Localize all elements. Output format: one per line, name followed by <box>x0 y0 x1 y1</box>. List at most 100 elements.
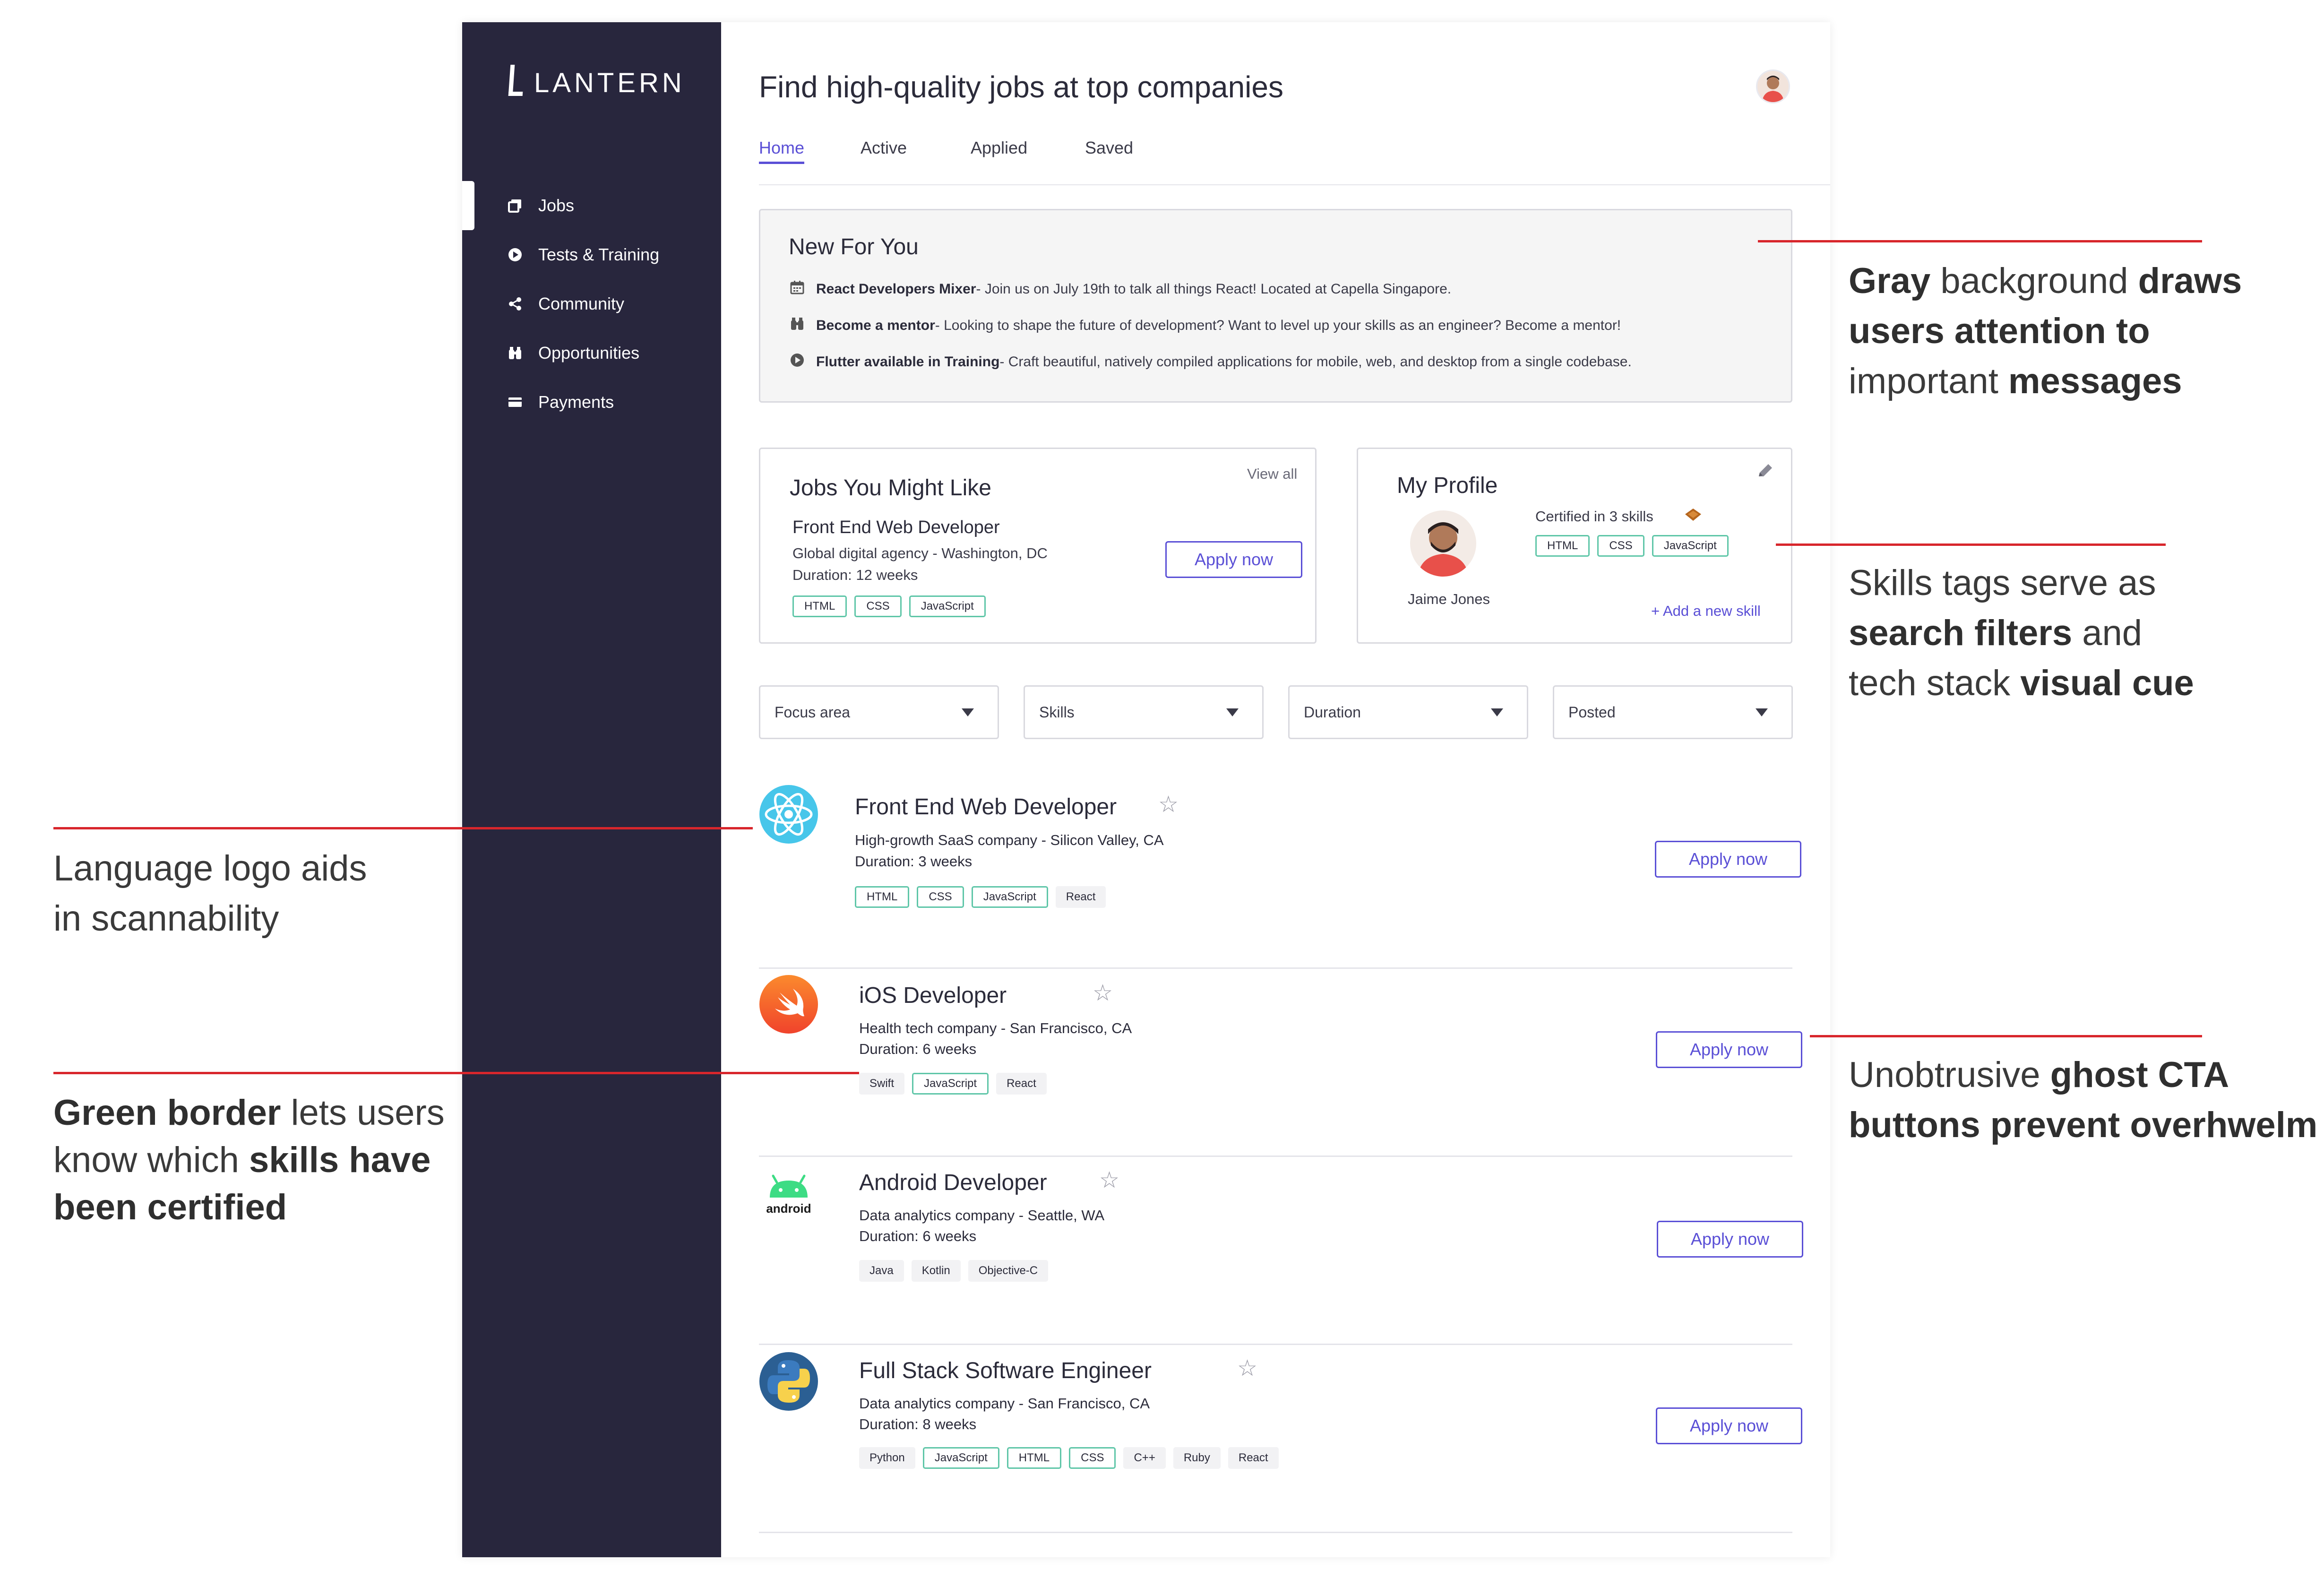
tab-active[interactable]: Active <box>861 138 907 162</box>
skill-tag[interactable]: Ruby <box>1173 1447 1221 1469</box>
skill-tag[interactable]: HTML <box>1535 535 1590 557</box>
news-item[interactable]: React Developers Mixer - Join us on July… <box>789 280 1451 298</box>
skill-tag[interactable]: CSS <box>1069 1447 1116 1469</box>
job-title[interactable]: Full Stack Software Engineer <box>859 1358 1152 1384</box>
jobs-you-might-like-card: Jobs You Might Like View all Front End W… <box>759 448 1317 644</box>
job-duration: Duration: 3 weeks <box>855 853 973 870</box>
skill-tag[interactable]: Java <box>859 1260 904 1282</box>
news-item-text: - Looking to shape the future of develop… <box>935 318 1621 333</box>
skill-tag[interactable]: C++ <box>1123 1447 1166 1469</box>
skill-tag[interactable]: HTML <box>1007 1447 1062 1469</box>
sidebar-nav: Jobs Tests & Training Community Opportun… <box>462 181 721 427</box>
annotation-line <box>1758 240 2202 242</box>
apply-now-button[interactable]: Apply now <box>1656 1031 1802 1068</box>
skill-tag[interactable]: React <box>996 1073 1047 1095</box>
job-list-item[interactable]: Full Stack Software Engineer ☆ Data anal… <box>759 1345 1802 1533</box>
duration-dropdown[interactable]: Duration <box>1288 685 1528 739</box>
apply-now-button[interactable]: Apply now <box>1656 1407 1802 1444</box>
skill-tag[interactable]: JavaScript <box>912 1073 989 1095</box>
annotation-text: tech stack <box>1849 663 2021 703</box>
skill-tag[interactable]: HTML <box>855 886 910 908</box>
annotation-text: know which <box>53 1140 249 1180</box>
chevron-down-icon <box>1491 708 1503 716</box>
annotation-line <box>53 1072 859 1074</box>
dropdown-label: Posted <box>1568 703 1616 721</box>
sidebar-item-tests-training[interactable]: Tests & Training <box>462 230 721 279</box>
skill-tag[interactable]: HTML <box>792 595 847 617</box>
job-company: Data analytics company - San Francisco, … <box>859 1395 1150 1412</box>
job-list-item[interactable]: Front End Web Developer ☆ High-growth Sa… <box>759 780 1801 969</box>
card-icon <box>507 394 523 410</box>
new-for-you-panel: New For You React Developers Mixer - Joi… <box>759 209 1792 403</box>
dropdown-label: Duration <box>1304 703 1361 721</box>
logo[interactable]: LANTERN <box>508 65 685 97</box>
edit-pencil-icon[interactable] <box>1756 462 1774 483</box>
apply-now-button[interactable]: Apply now <box>1655 841 1801 878</box>
star-icon[interactable]: ☆ <box>1237 1355 1257 1381</box>
news-item[interactable]: Flutter available in Training - Craft be… <box>789 353 1632 371</box>
profile-avatar[interactable] <box>1410 510 1476 577</box>
apply-now-button[interactable]: Apply now <box>1165 541 1302 578</box>
sidebar-item-label: Community <box>538 294 625 313</box>
job-title[interactable]: Front End Web Developer <box>855 794 1117 820</box>
job-title[interactable]: Android Developer <box>859 1170 1047 1196</box>
annotation-line <box>53 827 753 829</box>
job-list-item[interactable]: iOS Developer ☆ Health tech company - Sa… <box>759 969 1802 1157</box>
news-item-text: - Join us on July 19th to talk all thing… <box>976 281 1452 297</box>
sidebar-item-opportunities[interactable]: Opportunities <box>462 328 721 378</box>
add-skill-link[interactable]: + Add a new skill <box>1651 603 1761 620</box>
news-item-text: - Craft beautiful, natively compiled app… <box>999 354 1632 370</box>
skill-tag[interactable]: React <box>1055 886 1106 908</box>
avatar[interactable] <box>1756 69 1790 104</box>
skill-tag[interactable]: Python <box>859 1447 915 1469</box>
tab-home[interactable]: Home <box>759 138 805 164</box>
dropdown-label: Skills <box>1039 703 1075 721</box>
skill-tag[interactable]: Kotlin <box>911 1260 961 1282</box>
news-item-title: Become a mentor <box>816 318 935 333</box>
sidebar-item-jobs[interactable]: Jobs <box>462 181 721 230</box>
star-icon[interactable]: ☆ <box>1093 980 1113 1006</box>
job-duration: Duration: 6 weeks <box>859 1041 977 1057</box>
annotation-text: Language logo aids <box>53 848 367 888</box>
python-logo-icon <box>759 1352 818 1411</box>
skill-tags: Java Kotlin Objective-C <box>859 1260 1049 1282</box>
skill-tag[interactable]: CSS <box>1597 535 1644 557</box>
skill-tag[interactable]: Objective-C <box>968 1260 1049 1282</box>
skill-tag[interactable]: JavaScript <box>1652 535 1729 557</box>
skill-tag[interactable]: Swift <box>859 1073 905 1095</box>
chevron-down-icon <box>1756 708 1768 716</box>
annotation-text: ghost CTA <box>2050 1055 2229 1095</box>
job-list-item[interactable]: android Android Developer ☆ Data analyti… <box>759 1157 1803 1345</box>
sidebar-item-payments[interactable]: Payments <box>462 378 721 427</box>
annotation-text: been certified <box>53 1187 287 1227</box>
profile-name: Jaime Jones <box>1408 591 1490 607</box>
news-item[interactable]: Become a mentor - Looking to shape the f… <box>789 317 1621 335</box>
chevron-down-icon <box>962 708 974 716</box>
main-content: Find high-quality jobs at top companies … <box>721 22 1830 1557</box>
job-company: Health tech company - San Francisco, CA <box>859 1020 1132 1036</box>
tab-applied[interactable]: Applied <box>971 138 1027 162</box>
posted-dropdown[interactable]: Posted <box>1553 685 1793 739</box>
skill-tag[interactable]: JavaScript <box>909 595 986 617</box>
skill-tags: HTML CSS JavaScript React <box>855 886 1106 908</box>
people-icon <box>789 317 806 335</box>
annotation-gray-background: Gray background draws users attention to… <box>1849 256 2242 406</box>
job-title[interactable]: Front End Web Developer <box>792 518 1000 538</box>
view-all-link[interactable]: View all <box>1247 466 1297 483</box>
skill-tag[interactable]: CSS <box>854 595 902 617</box>
tab-saved[interactable]: Saved <box>1085 138 1133 162</box>
job-title[interactable]: iOS Developer <box>859 983 1007 1009</box>
job-duration: Duration: 12 weeks <box>792 567 918 583</box>
sidebar-item-community[interactable]: Community <box>462 279 721 328</box>
certified-skill-tags: HTML CSS JavaScript <box>1535 535 1729 557</box>
skill-tag[interactable]: JavaScript <box>922 1447 999 1469</box>
skills-dropdown[interactable]: Skills <box>1024 685 1264 739</box>
skill-tag[interactable]: CSS <box>917 886 964 908</box>
apply-now-button[interactable]: Apply now <box>1657 1221 1803 1258</box>
app-window: LANTERN Jobs Tests & Training Community <box>462 22 1830 1557</box>
skill-tag[interactable]: JavaScript <box>971 886 1048 908</box>
skill-tag[interactable]: React <box>1228 1447 1279 1469</box>
focus-area-dropdown[interactable]: Focus area <box>759 685 999 739</box>
star-icon[interactable]: ☆ <box>1158 791 1179 818</box>
star-icon[interactable]: ☆ <box>1099 1167 1119 1193</box>
